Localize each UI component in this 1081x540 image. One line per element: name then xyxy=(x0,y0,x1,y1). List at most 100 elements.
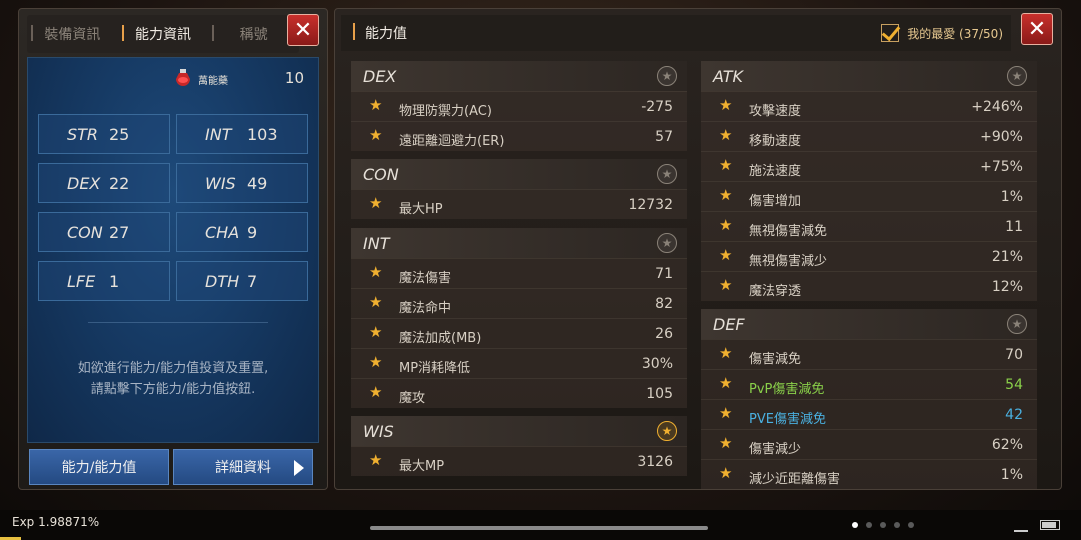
ability-button-label: 能力/能力值 xyxy=(61,460,137,476)
info-tabs: 裝備資訊 能力資訊 稱號 xyxy=(27,15,299,53)
page-dot[interactable] xyxy=(866,522,872,528)
row-label: 施法速度 xyxy=(749,164,802,179)
star-icon[interactable]: ★ xyxy=(719,376,732,391)
star-icon[interactable]: ★ xyxy=(719,466,732,481)
favorites-label: 我的最愛 (37/50) xyxy=(907,26,1003,41)
page-dot[interactable] xyxy=(852,522,858,528)
details-button[interactable]: 詳細資料 xyxy=(173,449,313,485)
favorite-star-icon[interactable]: ★ xyxy=(657,164,677,184)
star-icon[interactable]: ★ xyxy=(369,98,382,113)
row-label: 物理防禦力(AC) xyxy=(399,104,492,119)
row-value: 26 xyxy=(655,326,673,342)
row-label: 魔法穿透 xyxy=(749,284,802,299)
section-con: CON ★ ★ 最大HP 12732 xyxy=(351,159,687,219)
stat-value: 22 xyxy=(109,173,130,193)
star-icon[interactable]: ★ xyxy=(369,265,382,280)
row-label: 無視傷害減免 xyxy=(749,224,828,239)
row-label: 遠距離迴避力(ER) xyxy=(399,134,505,149)
star-icon[interactable]: ★ xyxy=(369,355,382,370)
stat-value: 27 xyxy=(109,222,130,242)
star-icon[interactable]: ★ xyxy=(719,128,732,143)
row-label: 傷害減少 xyxy=(749,442,802,457)
stat-str: STR 25 xyxy=(38,114,170,154)
list-item: ★ 移動速度 +90% xyxy=(701,121,1037,151)
row-label: 無視傷害減少 xyxy=(749,254,828,269)
favorite-star-icon[interactable]: ★ xyxy=(657,421,677,441)
row-value: +246% xyxy=(971,99,1023,115)
stat-name: WIS xyxy=(205,173,236,193)
list-item: ★ 施法速度 +75% xyxy=(701,151,1037,181)
section-header: WIS ★ xyxy=(351,416,687,446)
section-title: DEF xyxy=(713,314,745,334)
row-value: 3126 xyxy=(637,454,673,470)
star-icon[interactable]: ★ xyxy=(719,406,732,421)
section-title: WIS xyxy=(363,421,394,441)
potion-label: 萬能藥 xyxy=(198,76,228,87)
star-icon[interactable]: ★ xyxy=(369,453,382,468)
stat-dth: DTH 7 xyxy=(176,261,308,301)
list-item: ★ PVE傷害減免 42 xyxy=(701,399,1037,429)
section-def: DEF ★ ★ 傷害減免 70 ★ PvP傷害減免 54 ★ PVE傷害減免 4… xyxy=(701,309,1037,489)
row-label: 攻擊速度 xyxy=(749,104,802,119)
stat-value: 25 xyxy=(109,124,130,144)
page-dot[interactable] xyxy=(894,522,900,528)
list-item: ★ 無視傷害減少 21% xyxy=(701,241,1037,271)
star-icon[interactable]: ★ xyxy=(719,218,732,233)
star-icon[interactable]: ★ xyxy=(369,385,382,400)
potion-row: 萬能藥 10 xyxy=(28,66,318,92)
row-value: 105 xyxy=(646,386,673,402)
info-text: 如欲進行能力/能力值投資及重置, 請點擊下方能力/能力值按鈕. xyxy=(28,358,318,400)
page-dot[interactable] xyxy=(908,522,914,528)
list-item: ★ 魔攻 105 xyxy=(351,378,687,408)
character-info-panel: 裝備資訊 能力資訊 稱號 ✕ 萬能藥 10 STR 25 INT 103 DEX… xyxy=(18,8,328,490)
row-value: 12732 xyxy=(628,197,673,213)
stat-name: CON xyxy=(67,222,103,242)
star-icon[interactable]: ★ xyxy=(719,278,732,293)
page-indicator xyxy=(852,522,914,528)
list-item: ★ 傷害減少 62% xyxy=(701,429,1037,459)
page-dot[interactable] xyxy=(880,522,886,528)
close-left-panel-button[interactable]: ✕ xyxy=(287,14,319,46)
row-label: 減少近距離傷害 xyxy=(749,472,841,487)
row-label: PvP傷害減免 xyxy=(749,382,825,397)
star-icon[interactable]: ★ xyxy=(719,248,732,263)
section-title: INT xyxy=(363,233,390,253)
star-icon[interactable]: ★ xyxy=(369,325,382,340)
section-header: ATK ★ xyxy=(701,61,1037,91)
star-icon[interactable]: ★ xyxy=(369,128,382,143)
list-item: ★ 魔法加成(MB) 26 xyxy=(351,318,687,348)
stat-cha: CHA 9 xyxy=(176,212,308,252)
favorite-star-icon[interactable]: ★ xyxy=(1007,66,1027,86)
section-atk: ATK ★ ★ 攻擊速度 +246% ★ 移動速度 +90% ★ 施法速度 +7… xyxy=(701,61,1037,301)
star-icon[interactable]: ★ xyxy=(719,188,732,203)
star-icon[interactable]: ★ xyxy=(369,196,382,211)
favorite-star-icon[interactable]: ★ xyxy=(1007,314,1027,334)
tab-ability[interactable]: 能力資訊 xyxy=(118,24,209,44)
star-icon[interactable]: ★ xyxy=(369,295,382,310)
favorites-toggle[interactable]: 我的最愛 (37/50) xyxy=(881,24,1003,42)
close-right-panel-button[interactable]: ✕ xyxy=(1021,13,1053,45)
favorite-star-icon[interactable]: ★ xyxy=(657,66,677,86)
close-icon: ✕ xyxy=(1027,16,1047,42)
tab-equipment[interactable]: 裝備資訊 xyxy=(27,24,118,44)
page-slider[interactable] xyxy=(370,526,708,530)
row-value: +90% xyxy=(980,129,1023,145)
row-label: PVE傷害減免 xyxy=(749,412,826,427)
list-item: ★ 無視傷害減免 11 xyxy=(701,211,1037,241)
star-icon[interactable]: ★ xyxy=(719,158,732,173)
section-title: CON xyxy=(363,164,399,184)
tab-title[interactable]: 稱號 xyxy=(208,24,299,44)
row-value: 70 xyxy=(1005,347,1023,363)
row-value: 21% xyxy=(991,249,1023,265)
ability-button[interactable]: 能力/能力值 xyxy=(29,449,169,485)
row-value: 57 xyxy=(655,129,673,145)
star-icon[interactable]: ★ xyxy=(719,346,732,361)
potion-icon xyxy=(176,69,190,86)
favorite-star-icon[interactable]: ★ xyxy=(657,233,677,253)
checkbox-icon xyxy=(881,24,900,42)
list-item: ★ MP消耗降低 30% xyxy=(351,348,687,378)
star-icon[interactable]: ★ xyxy=(719,436,732,451)
star-icon[interactable]: ★ xyxy=(719,98,732,113)
stat-con: CON 27 xyxy=(38,212,170,252)
list-item: ★ 物理防禦力(AC) -275 xyxy=(351,91,687,121)
